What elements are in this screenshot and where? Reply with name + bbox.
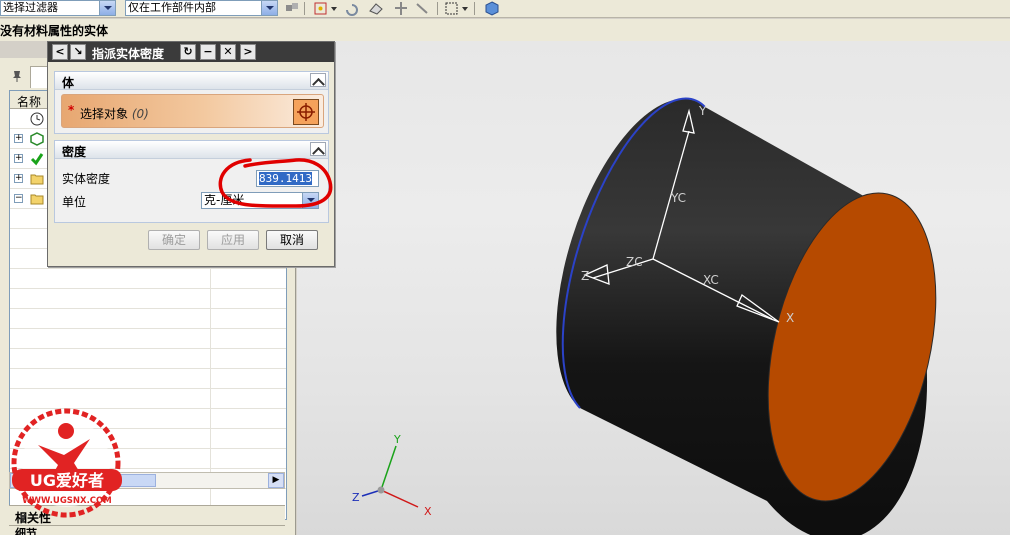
expand-icon[interactable]: + — [14, 134, 23, 143]
axis-y-label: Y — [698, 104, 707, 118]
model-views-icon — [30, 132, 44, 146]
close-icon[interactable]: ✕ — [220, 44, 236, 60]
chevron-down-icon[interactable] — [261, 1, 277, 15]
axis-x-label: X — [786, 311, 794, 325]
rectangle-select-icon[interactable] — [444, 1, 460, 16]
checkmark-icon — [30, 153, 44, 166]
undo-icon[interactable] — [343, 1, 359, 16]
expand-icon[interactable]: + — [14, 174, 23, 183]
unit-value: 克-厘米 — [204, 193, 245, 207]
wcs-zc-label: ZC — [626, 255, 643, 269]
select-object-row[interactable]: * 选择对象 (0) — [61, 94, 324, 128]
tree-row[interactable] — [10, 289, 286, 309]
status-message: 没有材料属性的实体 — [0, 24, 109, 38]
reset-icon[interactable]: ↻ — [180, 44, 196, 60]
dialog-title: 指派实体密度 — [92, 47, 165, 61]
density-group-header[interactable]: 密度 — [55, 141, 328, 159]
density-label: 实体密度 — [62, 172, 111, 186]
forward-icon[interactable]: > — [240, 44, 256, 60]
back-icon[interactable]: < — [52, 44, 68, 60]
select-object-button[interactable] — [293, 99, 319, 125]
point-icon[interactable] — [414, 1, 430, 16]
cancel-button[interactable]: 取消 — [266, 230, 318, 250]
axis-z-label: Z — [581, 269, 589, 283]
triad-y-label: Y — [393, 433, 401, 446]
chevron-down-icon[interactable] — [302, 193, 318, 208]
unit-dropdown[interactable]: 克-厘米 — [201, 192, 319, 209]
select-object-label: 选择对象 (0) — [80, 107, 149, 121]
chevron-down-icon[interactable] — [461, 1, 469, 16]
dialog-titlebar[interactable]: < ↘ 指派实体密度 ↻ − ✕ > — [48, 42, 334, 62]
toolbar-separator — [437, 2, 438, 15]
chevron-down-icon[interactable] — [99, 1, 115, 15]
body-group-header[interactable]: 体 — [55, 72, 328, 90]
triad-x-label: X — [424, 505, 432, 518]
folder-icon — [30, 194, 44, 205]
assign-density-dialog: < ↘ 指派实体密度 ↻ − ✕ > 体 * 选择对象 (0) 密度 实体密度 … — [47, 41, 335, 267]
selection-scope-dropdown[interactable]: 仅在工作部件内部 — [125, 0, 278, 16]
absolute-triad — [361, 445, 419, 508]
density-value: 839.1413 — [259, 172, 312, 185]
tree-row[interactable] — [10, 329, 286, 349]
logo-graphic: UG爱好者 WWW.UGSNX.COM — [11, 408, 122, 518]
wcs-xc-label: XC — [703, 273, 719, 287]
collapse-icon[interactable] — [310, 142, 326, 156]
graphics-window[interactable]: YC ZC XC Y Z X Y Z X — [297, 41, 1010, 535]
expand-icon[interactable]: + — [14, 154, 23, 163]
unit-label: 单位 — [62, 195, 87, 209]
pointer-icon[interactable]: ↘ — [70, 44, 86, 60]
folder-icon — [30, 174, 44, 185]
cue-line: 没有材料属性的实体 — [0, 19, 1010, 41]
ok-button[interactable]: 确定 — [148, 230, 200, 250]
density-field[interactable]: 839.1413 — [256, 170, 319, 187]
tree-row[interactable] — [10, 269, 286, 289]
snap-point-icon[interactable] — [313, 1, 329, 16]
body-group-title: 体 — [62, 76, 75, 90]
collapse-icon[interactable] — [310, 73, 326, 87]
move-icon[interactable] — [393, 1, 409, 16]
chevron-down-icon[interactable] — [330, 1, 338, 16]
selection-filter-dropdown[interactable]: 选择过滤器 — [0, 0, 116, 16]
tree-row[interactable] — [10, 369, 286, 389]
tree-row[interactable] — [10, 349, 286, 369]
pin-icon[interactable] — [10, 69, 24, 83]
required-marker: * — [68, 103, 75, 117]
ug-watermark-logo: UG爱好者 WWW.UGSNX.COM — [8, 405, 132, 529]
column-header-name: 名称 — [17, 95, 42, 109]
triad-z-label: Z — [352, 491, 360, 504]
collapse-icon[interactable]: − — [14, 194, 23, 203]
minimize-icon[interactable]: − — [200, 44, 216, 60]
tree-row[interactable] — [10, 309, 286, 329]
top-toolbar: 选择过滤器 仅在工作部件内部 — [0, 0, 1010, 18]
toolbar-separator — [304, 2, 305, 15]
logo-url-text: WWW.UGSNX.COM — [22, 496, 111, 506]
cube-icon[interactable] — [484, 1, 500, 16]
crosshair-icon — [297, 103, 315, 121]
selection-scope-value: 仅在工作部件内部 — [128, 1, 216, 14]
model-viewport[interactable]: YC ZC XC Y Z X Y Z X — [297, 41, 1010, 535]
toolbar-separator — [474, 2, 475, 15]
assembly-filter-icon[interactable] — [284, 1, 300, 16]
eraser-icon[interactable] — [368, 1, 384, 16]
wcs-yc-label: YC — [670, 191, 686, 205]
history-clock-icon — [30, 112, 44, 126]
density-group-title: 密度 — [62, 145, 87, 159]
scroll-right-icon[interactable]: ▶ — [268, 473, 284, 488]
body-group: 体 * 选择对象 (0) — [54, 71, 329, 134]
selection-filter-value: 选择过滤器 — [3, 1, 58, 14]
apply-button[interactable]: 应用 — [207, 230, 259, 250]
logo-brand-text: UG爱好者 — [30, 471, 104, 490]
